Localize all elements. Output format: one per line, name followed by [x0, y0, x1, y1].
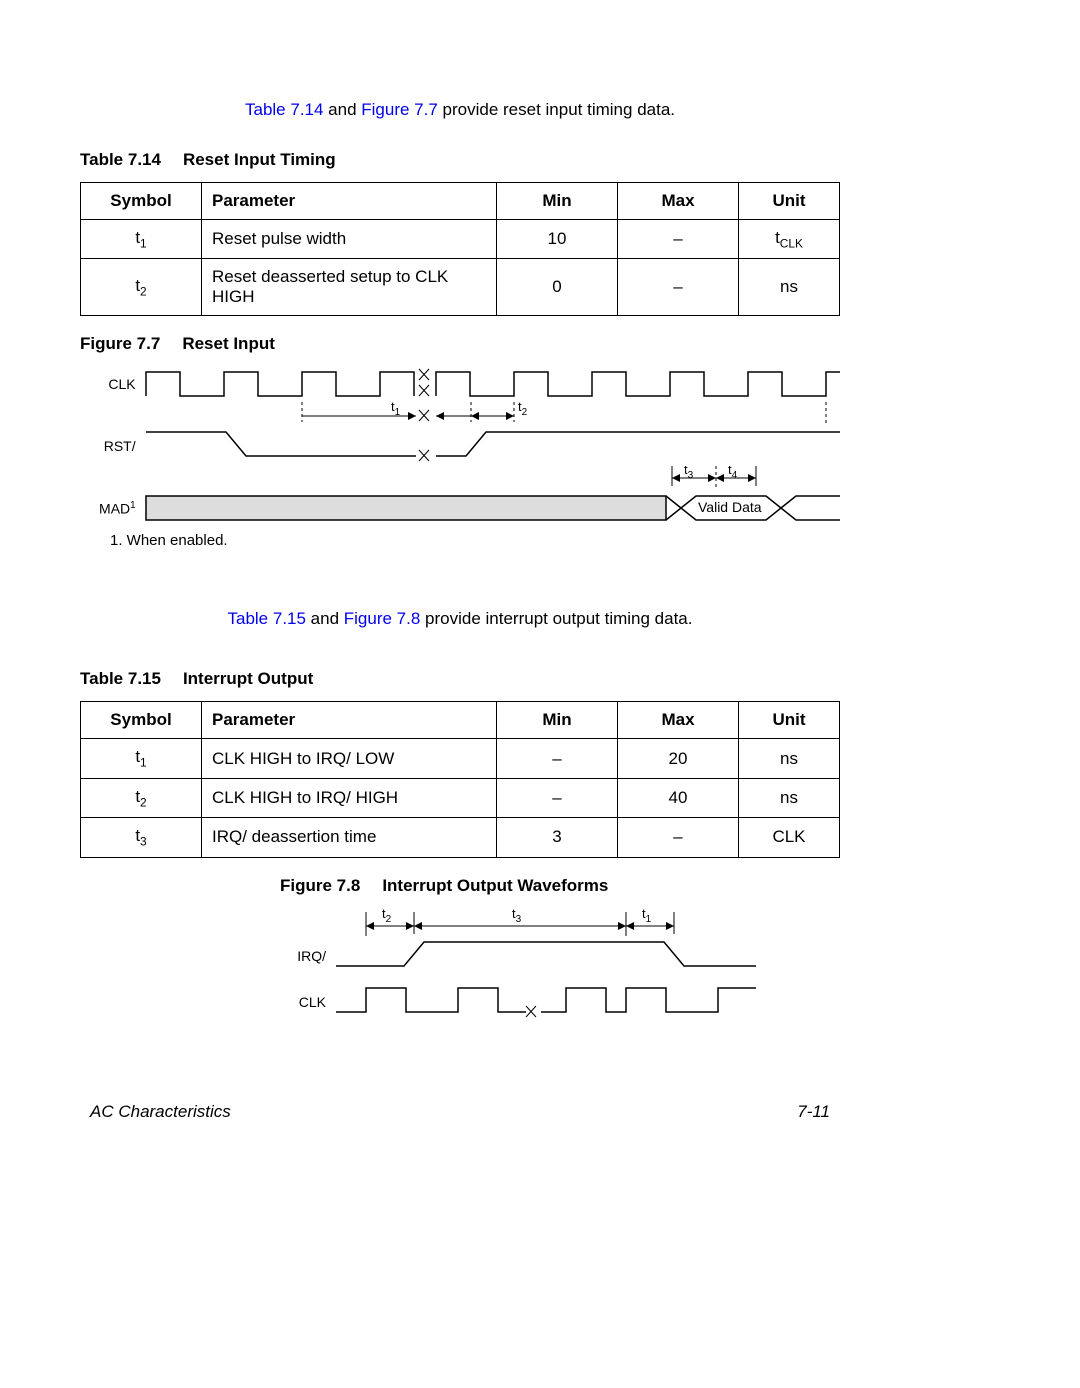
cell-symbol: t2	[81, 778, 202, 817]
cell-max: 20	[618, 739, 739, 778]
svg-text:t1: t1	[642, 908, 652, 925]
svg-text:t2: t2	[518, 402, 528, 418]
svg-text:t3: t3	[684, 466, 694, 481]
cell-parameter: IRQ/ deassertion time	[202, 818, 497, 857]
col-min: Min	[497, 702, 618, 739]
signal-label-clk: CLK	[80, 376, 136, 392]
cell-unit: ns	[739, 739, 840, 778]
table-reset-input-timing: Symbol Parameter Min Max Unit t1 Reset p…	[80, 182, 840, 316]
page-footer: AC Characteristics 7-11	[80, 1102, 840, 1122]
xref-figure-77[interactable]: Figure 7.7	[361, 100, 438, 119]
col-symbol: Symbol	[81, 702, 202, 739]
figure-78-caption: Figure 7.8Interrupt Output Waveforms	[280, 876, 840, 896]
cell-unit: tCLK	[739, 220, 840, 259]
svg-text:t2: t2	[382, 908, 392, 925]
signal-label-mad: MAD1	[80, 500, 136, 517]
col-max: Max	[618, 702, 739, 739]
table-714-caption: Table 7.14Reset Input Timing	[80, 150, 840, 170]
figure-77-footnote: 1. When enabled.	[110, 532, 840, 549]
reset-intro-text: Table 7.14 and Figure 7.7 provide reset …	[80, 100, 840, 120]
table-interrupt-output: Symbol Parameter Min Max Unit t1 CLK HIG…	[80, 701, 840, 857]
table-row: t1 Reset pulse width 10 – tCLK	[81, 220, 840, 259]
cell-parameter: Reset deasserted setup to CLK HIGH	[202, 259, 497, 316]
col-unit: Unit	[739, 702, 840, 739]
cell-min: 0	[497, 259, 618, 316]
irq-waveform-icon	[326, 936, 766, 976]
interrupt-intro-text: Table 7.15 and Figure 7.8 provide interr…	[80, 609, 840, 629]
cell-min: –	[497, 778, 618, 817]
cell-symbol: t1	[81, 739, 202, 778]
cell-unit: ns	[739, 259, 840, 316]
cell-parameter: CLK HIGH to IRQ/ HIGH	[202, 778, 497, 817]
cell-symbol: t1	[81, 220, 202, 259]
cell-parameter: CLK HIGH to IRQ/ LOW	[202, 739, 497, 778]
cell-min: –	[497, 739, 618, 778]
timing-arrows-t1-t2: t1 t2	[136, 402, 840, 426]
footer-section-title: AC Characteristics	[90, 1102, 231, 1122]
col-unit: Unit	[739, 183, 840, 220]
cell-symbol: t3	[81, 818, 202, 857]
figure-77-caption: Figure 7.7Reset Input	[80, 334, 840, 354]
figure-reset-input: CLK t1 t2	[80, 366, 840, 549]
cell-parameter: Reset pulse width	[202, 220, 497, 259]
clk-waveform-icon	[136, 366, 840, 402]
xref-figure-78[interactable]: Figure 7.8	[344, 609, 421, 628]
svg-text:Valid Data: Valid Data	[698, 499, 762, 515]
table-row: t2 CLK HIGH to IRQ/ HIGH – 40 ns	[81, 778, 840, 817]
table-header-row: Symbol Parameter Min Max Unit	[81, 183, 840, 220]
signal-label-irq: IRQ/	[280, 948, 326, 964]
table-row: t2 Reset deasserted setup to CLK HIGH 0 …	[81, 259, 840, 316]
clk-waveform-icon	[326, 982, 766, 1022]
xref-table-715[interactable]: Table 7.15	[228, 609, 306, 628]
col-parameter: Parameter	[202, 183, 497, 220]
figure-interrupt-output: t2 t3 t1 IRQ/ CLK	[280, 908, 840, 1022]
cell-symbol: t2	[81, 259, 202, 316]
timing-arrows-t3-t4: t3 t4	[136, 466, 840, 490]
svg-text:t4: t4	[728, 466, 738, 481]
col-min: Min	[497, 183, 618, 220]
table-715-caption: Table 7.15Interrupt Output	[80, 669, 840, 689]
cell-max: 40	[618, 778, 739, 817]
cell-max: –	[618, 818, 739, 857]
cell-min: 3	[497, 818, 618, 857]
cell-unit: ns	[739, 778, 840, 817]
svg-text:t3: t3	[512, 908, 522, 925]
cell-min: 10	[497, 220, 618, 259]
table-row: t1 CLK HIGH to IRQ/ LOW – 20 ns	[81, 739, 840, 778]
cell-unit: CLK	[739, 818, 840, 857]
rst-waveform-icon	[136, 426, 840, 466]
xref-table-714[interactable]: Table 7.14	[245, 100, 323, 119]
cell-max: –	[618, 259, 739, 316]
col-symbol: Symbol	[81, 183, 202, 220]
table-header-row: Symbol Parameter Min Max Unit	[81, 702, 840, 739]
signal-label-rst: RST/	[80, 438, 136, 454]
signal-label-clk2: CLK	[280, 994, 326, 1010]
timing-arrows-irq: t2 t3 t1	[326, 908, 766, 936]
cell-max: –	[618, 220, 739, 259]
footer-page-number: 7-11	[797, 1102, 830, 1122]
col-parameter: Parameter	[202, 702, 497, 739]
table-row: t3 IRQ/ deassertion time 3 – CLK	[81, 818, 840, 857]
mad-waveform-icon: Valid Data	[136, 490, 840, 526]
col-max: Max	[618, 183, 739, 220]
